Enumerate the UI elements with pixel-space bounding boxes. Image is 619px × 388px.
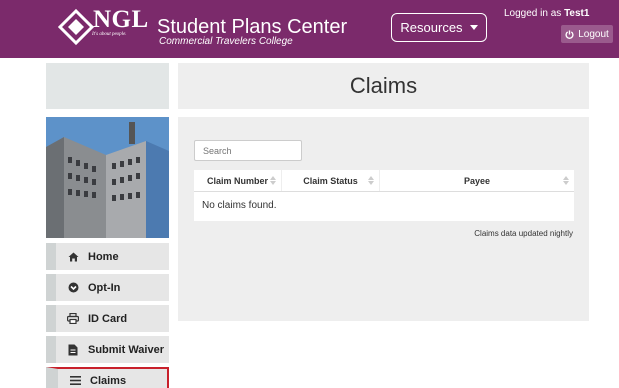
sidebar-item-label: Claims [90, 374, 127, 387]
claims-table: Claim Number Claim Status Payee No claim… [194, 170, 574, 221]
document-icon [66, 344, 80, 356]
home-icon [66, 252, 80, 262]
sidebar-item-label: Opt-In [88, 281, 121, 294]
logo-tagline: It's about people. [92, 32, 127, 37]
sort-icon [563, 176, 569, 186]
data-updated-note: Claims data updated nightly [474, 229, 573, 238]
resources-dropdown-button[interactable]: Resources [391, 13, 487, 42]
column-header-claim-number[interactable]: Claim Number [194, 170, 282, 191]
logo-text: NGL [93, 6, 149, 33]
resources-label: Resources [400, 20, 463, 35]
sidebar-item-opt-in[interactable]: Opt-In [46, 274, 169, 301]
sidebar-item-home[interactable]: Home [46, 243, 169, 270]
logged-in-prefix: Logged in as [504, 8, 562, 19]
print-icon [66, 313, 80, 324]
opt-in-icon [66, 282, 80, 293]
main-area: Claims Claim Number Claim Status Payee N… [0, 58, 619, 388]
sidebar-item-submit-waiver[interactable]: Submit Waiver [46, 336, 169, 363]
sort-icon [368, 176, 374, 186]
sidebar-item-label: ID Card [88, 312, 128, 325]
sort-icon [270, 176, 276, 186]
sidebar-item-id-card[interactable]: ID Card [46, 305, 169, 332]
logout-label: Logout [578, 28, 609, 40]
claims-panel: Claim Number Claim Status Payee No claim… [178, 117, 589, 321]
column-header-claim-status[interactable]: Claim Status [282, 170, 380, 191]
empty-table-message: No claims found. [202, 200, 277, 211]
campus-building-photo [46, 117, 169, 238]
column-label: Claim Number [206, 175, 268, 186]
sidebar-item-label: Submit Waiver [88, 343, 164, 356]
page-title: Claims [349, 73, 418, 98]
column-label: Claim Status [303, 175, 358, 186]
logged-in-status: Logged in as Test1 [504, 8, 589, 19]
sidebar-item-label: Home [88, 250, 119, 263]
table-header: Claim Number Claim Status Payee [194, 170, 574, 192]
title-panel: Claims [178, 63, 589, 109]
username: Test1 [564, 8, 590, 19]
column-header-payee[interactable]: Payee [380, 170, 574, 191]
caret-down-icon [469, 25, 478, 30]
sidebar-item-claims[interactable]: Claims [46, 367, 169, 388]
search-input[interactable] [194, 140, 302, 161]
app-subtitle: Commercial Travelers College [159, 36, 293, 47]
sidebar-banner [46, 63, 169, 109]
power-icon [565, 29, 574, 39]
column-label: Payee [463, 175, 491, 186]
logout-button[interactable]: Logout [561, 25, 613, 43]
list-icon [68, 376, 82, 385]
app-header: NGL It's about people. Student Plans Cen… [0, 0, 619, 58]
